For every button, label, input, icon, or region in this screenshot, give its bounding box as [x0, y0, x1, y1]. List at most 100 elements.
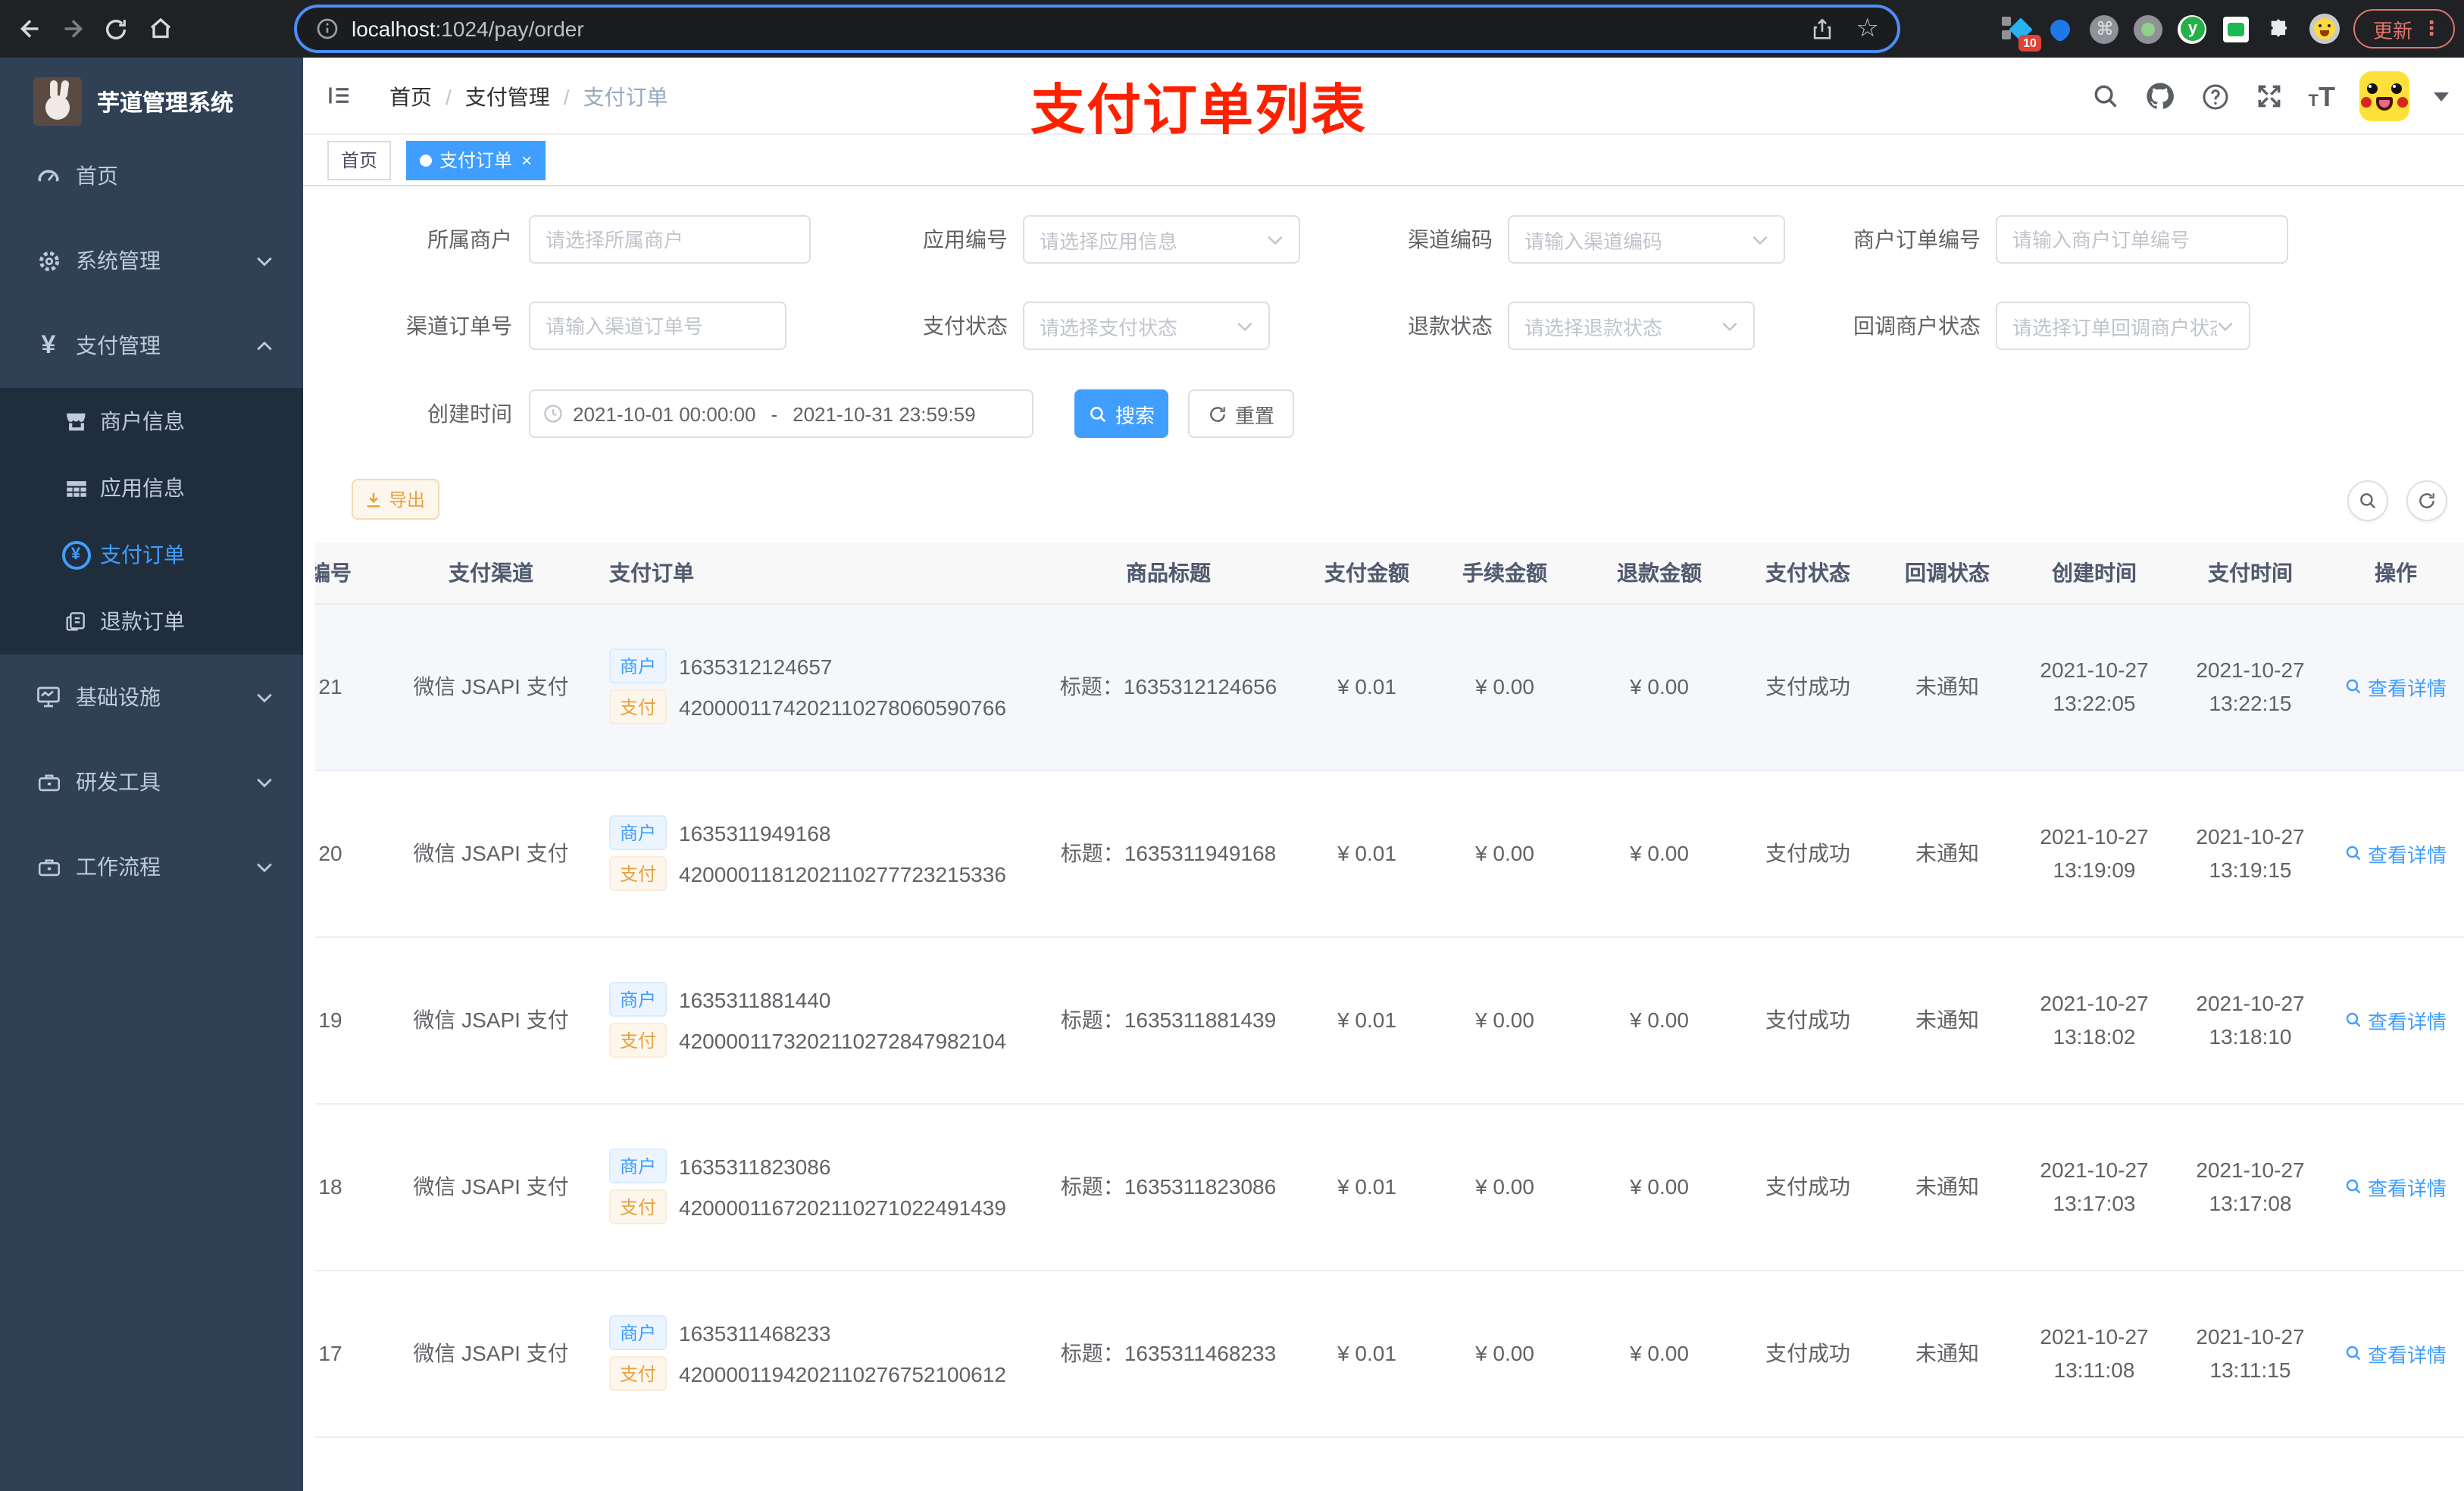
- sidebar-item-pay-order[interactable]: ¥ 支付订单: [0, 521, 303, 588]
- filter-label: 所属商户: [427, 227, 512, 252]
- tag-pay-order[interactable]: 支付订单 ×: [406, 140, 546, 180]
- cell-order: 商户 1635311823086 支付 4200001167202110271022…: [591, 1103, 1030, 1271]
- merchant-order-no-input[interactable]: [1996, 215, 2288, 264]
- sidebar-fold-icon[interactable]: [324, 80, 355, 111]
- pay-badge: 支付: [609, 1189, 668, 1224]
- view-detail-link[interactable]: 查看详情: [2345, 672, 2447, 701]
- sidebar-item-workflow[interactable]: 工作流程: [0, 824, 303, 909]
- github-icon[interactable]: [2145, 80, 2177, 112]
- extension-diamond-icon[interactable]: 10: [2001, 14, 2041, 52]
- extension-record-icon[interactable]: [2134, 14, 2164, 44]
- content: 所属商户 应用编号 请选择应用信息 渠道编码 请输入渠道编码 商户订单编号 渠道…: [303, 186, 2464, 1491]
- refresh-table-button[interactable]: [2406, 480, 2447, 521]
- view-detail-link[interactable]: 查看详情: [2345, 1172, 2447, 1201]
- browser-reload-button[interactable]: [97, 11, 133, 47]
- address-bar[interactable]: localhost:1024/pay/order ☆: [294, 5, 1900, 53]
- sidebar-item-payment[interactable]: ¥ 支付管理: [0, 303, 303, 388]
- export-button[interactable]: 导出: [352, 479, 439, 520]
- sidebar-item-system[interactable]: 系统管理: [0, 218, 303, 303]
- font-size-icon[interactable]: TT: [2309, 83, 2335, 110]
- gear-icon: [30, 248, 67, 274]
- filter-label: 渠道编码: [1408, 227, 1493, 252]
- sidebar-item-infra[interactable]: 基础设施: [0, 655, 303, 739]
- tag-close-icon[interactable]: ×: [521, 149, 532, 170]
- sidebar-item-label: 支付订单: [100, 542, 185, 567]
- channel-code-select[interactable]: 请输入渠道编码: [1508, 215, 1785, 264]
- tag-home[interactable]: 首页: [327, 140, 392, 180]
- table-row[interactable]: 19 微信 JSAPI 支付 商户 1635311881440 支付 4200001…: [315, 936, 2464, 1104]
- extension-chat-icon[interactable]: [2222, 14, 2252, 44]
- extension-command-icon[interactable]: ⌘: [2090, 14, 2120, 44]
- profile-avatar[interactable]: [2309, 14, 2340, 44]
- table-row[interactable]: 18 微信 JSAPI 支付 商户 1635311823086 支付 4200001…: [315, 1103, 2464, 1271]
- cell-fee: ¥ 0.00: [1427, 936, 1582, 1104]
- table-row-partial[interactable]: 商户1635311251736: [315, 1436, 2464, 1491]
- cell-channel: [391, 1436, 591, 1491]
- sidebar-logo[interactable]: 芋道管理系统: [0, 68, 303, 135]
- browser-back-button[interactable]: [12, 11, 48, 47]
- merchant-select-input[interactable]: [529, 215, 811, 264]
- search-button[interactable]: 搜索: [1074, 389, 1168, 438]
- breadcrumb-pay-mgmt[interactable]: 支付管理: [465, 81, 550, 111]
- cell-created: 2021-10-27 13:17:03: [2015, 1103, 2173, 1271]
- breadcrumb-home[interactable]: 首页: [389, 81, 432, 111]
- table-row[interactable]: 17 微信 JSAPI 支付 商户 1635311468233 支付 4200001…: [315, 1270, 2464, 1437]
- cell-status: 支付成功: [1737, 770, 1879, 937]
- extension-balloon-icon[interactable]: [2046, 14, 2076, 44]
- tags-view: 首页 支付订单 ×: [303, 135, 2464, 186]
- extensions-puzzle-icon[interactable]: [2265, 14, 2296, 44]
- sidebar-item-refund-order[interactable]: 退款订单: [0, 588, 303, 655]
- bookmark-star-icon[interactable]: ☆: [1856, 14, 1880, 44]
- view-detail-link[interactable]: 查看详情: [2345, 839, 2447, 867]
- pay-status-select[interactable]: 请选择支付状态: [1023, 302, 1270, 350]
- cell-status: 支付成功: [1737, 603, 1879, 771]
- browser-update-button[interactable]: 更新 ⋮: [2353, 9, 2455, 48]
- avatar-caret-icon[interactable]: [2434, 92, 2449, 101]
- view-detail-link[interactable]: 查看详情: [2345, 1005, 2447, 1034]
- table-row[interactable]: 21 微信 JSAPI 支付 商户 1635312124657 支付 4200001…: [315, 603, 2464, 771]
- extension-y-icon[interactable]: y: [2178, 14, 2208, 44]
- chevron-up-icon: [256, 340, 273, 351]
- user-avatar[interactable]: [2359, 71, 2409, 121]
- create-time-range-picker[interactable]: 2021-10-01 00:00:00 - 2021-10-31 23:59:5…: [529, 389, 1033, 438]
- date-start: 2021-10-01 00:00:00: [573, 402, 756, 425]
- pay-order-no: 4200001181202110277723215336: [679, 861, 1006, 886]
- browser-forward-button[interactable]: [55, 11, 91, 47]
- filter-label: 退款状态: [1408, 314, 1493, 338]
- browser-menu-icon[interactable]: ⋮: [2422, 17, 2441, 41]
- sidebar-item-merchant-info[interactable]: 商户信息: [0, 388, 303, 455]
- cell-order: 商户1635311251736: [591, 1436, 1030, 1491]
- table-row[interactable]: 20 微信 JSAPI 支付 商户 1635311949168 支付 4200001…: [315, 770, 2464, 937]
- cell-title: 标题：1635312124656: [1030, 603, 1306, 771]
- view-detail-link[interactable]: 查看详情: [2345, 1339, 2447, 1368]
- sidebar-item-home[interactable]: 首页: [0, 133, 303, 218]
- help-icon[interactable]: [2201, 81, 2231, 111]
- reload-icon: [105, 19, 126, 39]
- sidebar-item-label: 支付管理: [76, 333, 161, 358]
- sidebar-item-label: 退款订单: [100, 609, 185, 633]
- chevron-down-icon: [1752, 234, 1768, 245]
- pay-badge: 支付: [609, 689, 668, 724]
- sidebar-item-app-info[interactable]: 应用信息: [0, 455, 303, 521]
- browser-home-button[interactable]: [142, 11, 179, 47]
- cell-order: 商户 1635311468233 支付 4200001194202110276752…: [591, 1270, 1030, 1437]
- cell-amount: ¥ 0.01: [1306, 770, 1427, 937]
- share-icon[interactable]: [1809, 16, 1835, 42]
- show-search-toggle-button[interactable]: [2347, 480, 2388, 521]
- sidebar-item-devtools[interactable]: 研发工具: [0, 739, 303, 824]
- col-header: 退款金额: [1582, 542, 1737, 604]
- chevron-down-icon: [1237, 320, 1253, 331]
- notify-status-select[interactable]: 请选择订单回调商户状态: [1996, 302, 2250, 350]
- refund-status-select[interactable]: 请选择退款状态: [1508, 302, 1755, 350]
- cell-title: 标题：1635311881439: [1030, 936, 1306, 1104]
- reset-button[interactable]: 重置: [1188, 389, 1294, 438]
- extensions-strip: 10 ⌘ y 更新 ⋮: [2001, 0, 2455, 58]
- search-icon[interactable]: [2092, 82, 2121, 111]
- app-select[interactable]: 请选择应用信息: [1023, 215, 1300, 264]
- fullscreen-icon[interactable]: [2256, 82, 2284, 111]
- channel-order-no-input[interactable]: [529, 302, 786, 350]
- cell-id: 21: [315, 603, 391, 771]
- cell-notify: [1879, 1436, 2015, 1491]
- cell-channel: 微信 JSAPI 支付: [391, 936, 591, 1104]
- cell-id: [315, 1436, 391, 1491]
